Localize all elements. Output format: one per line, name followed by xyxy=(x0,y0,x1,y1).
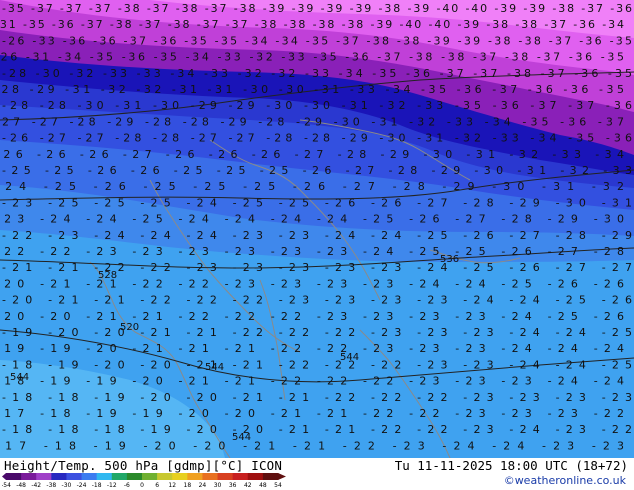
scale-swatch xyxy=(111,473,128,480)
height-label: 544 xyxy=(232,432,251,443)
color-scale-bar: -54 -48 -42 -38 -30 -24 -18 -12 -6 0 6 12 18 24 30 36 42… xyxy=(2,473,286,489)
contour-label-row: -26 -27 -27 -28 -28 -27 -27 -28 -28 -29 … xyxy=(2,132,632,145)
height-label: 544 xyxy=(205,362,224,373)
scale-swatch xyxy=(262,473,279,480)
credit-link[interactable]: ©weatheronline.co.uk xyxy=(504,474,626,487)
scale-tick-label: -30 xyxy=(62,482,72,489)
scale-swatch xyxy=(202,473,219,480)
scale-tick-label: -42 xyxy=(31,482,41,489)
valid-time: Tu 11-11-2025 18:00 UTC (18+72) xyxy=(394,458,628,473)
scale-tick-label: 48 xyxy=(259,482,267,489)
weather-map: -35 -37 -37 -37 -38 -37 -38 -37 -38 -39 … xyxy=(0,0,634,458)
scale-tick-label: -54 xyxy=(2,482,11,489)
scale-arrow-right xyxy=(278,473,286,480)
scale-tick-label: 36 xyxy=(229,482,237,489)
scale-tick-label: 12 xyxy=(168,482,176,489)
scale-swatch xyxy=(187,473,203,480)
scale-swatch xyxy=(36,473,52,480)
scale-swatch xyxy=(126,473,143,480)
height-label: 528 xyxy=(98,270,117,281)
contour-label-row: -22 -23 -24 -24 -24 -23 -23 -24 -24 -25 … xyxy=(2,229,632,242)
contour-label-row: -23 -25 -25 -25 -24 -25 -25 -26 -26 -27 … xyxy=(2,196,632,209)
scale-tick-label: 24 xyxy=(199,482,207,489)
contour-label-row: -35 -37 -37 -37 -38 -37 -38 -37 -38 -39 … xyxy=(2,2,632,15)
scale-tick-label: -48 xyxy=(16,482,26,489)
scale-swatch xyxy=(247,473,264,480)
map-footer: Height/Temp. 500 hPa [gdmp][°C] ICON Tu … xyxy=(0,458,634,490)
scale-swatch xyxy=(232,473,249,480)
scale-tick-label: 6 xyxy=(155,482,159,489)
contour-label-row: -18 -18 -18 -19 -20 -20 -21 -21 -22 -22 … xyxy=(2,423,632,436)
scale-tick-label: 18 xyxy=(184,482,192,489)
height-label: 544 xyxy=(10,372,29,383)
contour-label-row: -21 -21 -22 -22 -23 -23 -23 -23 -23 -24 … xyxy=(2,261,632,274)
map-title: Height/Temp. 500 hPa [gdmp][°C] ICON xyxy=(4,458,283,473)
scale-swatch xyxy=(81,473,98,480)
contour-label-row: -28 -30 -32 -33 -33 -34 -33 -32 -32 -33 … xyxy=(2,67,632,80)
scale-swatch xyxy=(21,473,37,480)
scale-tick-label: -38 xyxy=(46,482,56,489)
map-canvas: -35 -37 -37 -37 -38 -37 -38 -37 -38 -39 … xyxy=(0,0,634,458)
scale-tick-label: -24 xyxy=(77,482,87,489)
scale-swatch xyxy=(142,473,158,480)
scale-arrow-left xyxy=(2,473,6,480)
scale-tick-label: -12 xyxy=(107,482,117,489)
height-label: 544 xyxy=(340,352,359,363)
scale-tick-label: -6 xyxy=(124,482,130,489)
scale-tick-label: 0 xyxy=(140,482,144,489)
contour-label-row: -31 -35 -36 -37 -38 -37 -38 -37 -37 -38 … xyxy=(0,18,624,31)
color-scale: -54 -48 -42 -38 -30 -24 -18 -12 -6 0 6 12 18 24 30 36 42… xyxy=(2,473,298,489)
scale-swatch xyxy=(96,473,113,480)
scale-swatch xyxy=(66,473,83,480)
scale-tick-label: 42 xyxy=(244,482,252,489)
contour-label-row: -28 -28 -30 -31 -30 -29 -29 -30 -30 -31 … xyxy=(2,99,632,112)
scale-swatch xyxy=(51,473,67,480)
scale-tick-label: 54 xyxy=(274,482,282,489)
contour-label-row: -20 -21 -21 -22 -22 -22 -23 -23 -23 -23 … xyxy=(2,294,632,307)
scale-tick-label: 30 xyxy=(214,482,222,489)
scale-swatch xyxy=(172,473,188,480)
scale-swatch xyxy=(217,473,234,480)
contour-label-row: -26 -33 -36 -36 -37 -36 -35 -35 -34 -34 … xyxy=(2,34,632,47)
contour-label-row: -18 -18 -19 -20 -20 -21 -21 -22 -22 -22 … xyxy=(2,391,632,404)
scale-swatch xyxy=(157,473,173,480)
contour-label-row: -19 -20 -20 -21 -21 -22 -22 -22 -23 -23 … xyxy=(2,326,632,339)
scale-swatch xyxy=(6,473,22,480)
scale-tick-label: -18 xyxy=(92,482,102,489)
height-label: 520 xyxy=(120,322,139,333)
height-label: 536 xyxy=(440,254,459,265)
contour-label-row: -18 -19 -20 -20 -21 -21 -22 -22 -22 -23 … xyxy=(2,358,632,371)
